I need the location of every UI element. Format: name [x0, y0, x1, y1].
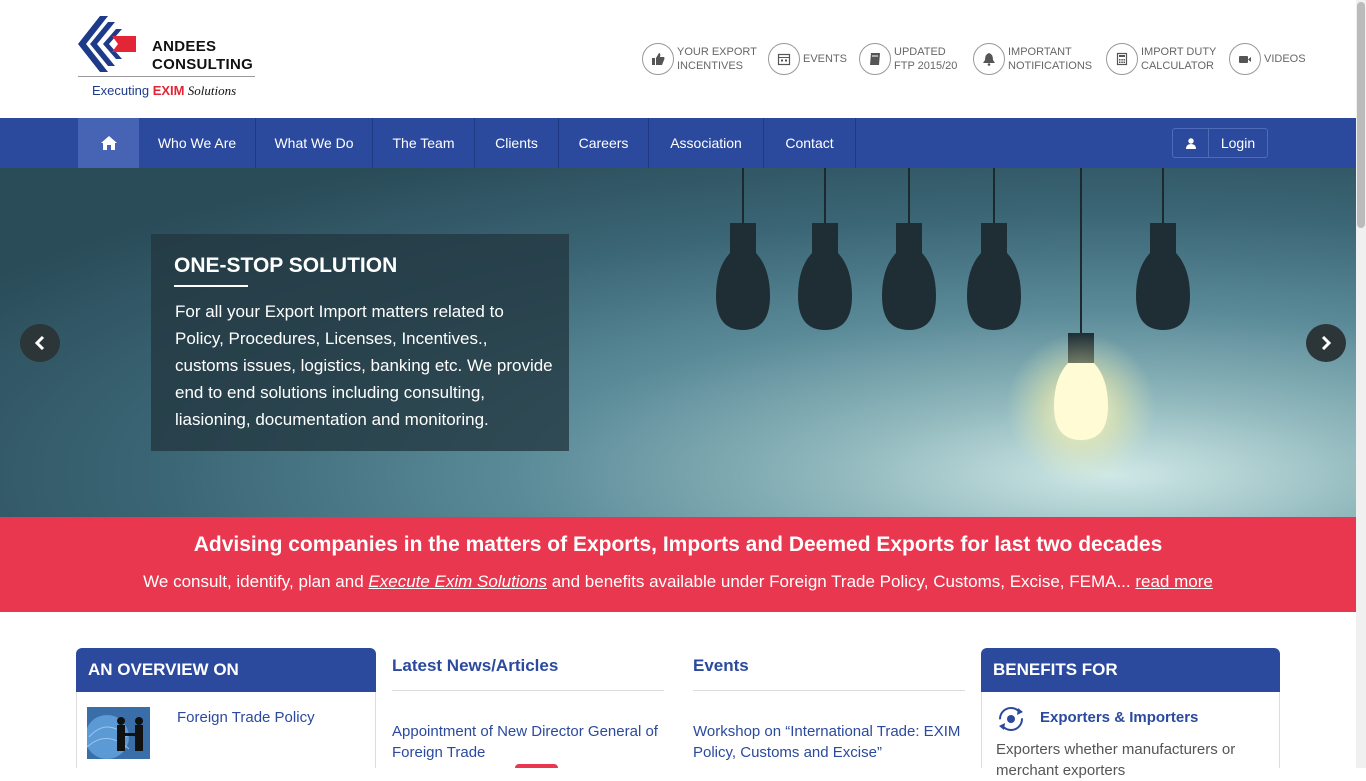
bell-icon — [973, 43, 1005, 75]
scrollbar-thumb[interactable] — [1357, 2, 1365, 228]
hero-caption: ONE-STOP SOLUTION For all your Export Im… — [151, 234, 569, 451]
hero-slider: ONE-STOP SOLUTION For all your Export Im… — [0, 168, 1356, 517]
overview-panel: Foreign Trade Policy — [76, 692, 376, 768]
nav-association[interactable]: Association — [649, 118, 764, 168]
handshake-thumbnail[interactable] — [87, 707, 150, 759]
band-text: We consult, identify, plan and Execute E… — [0, 572, 1356, 592]
tagline-post: Solutions — [184, 83, 237, 98]
video-camera-icon — [1229, 43, 1261, 75]
band-text-post: and benefits available under Foreign Tra… — [547, 572, 1136, 591]
home-icon — [100, 136, 117, 150]
events-item-link[interactable]: Workshop on “International Trade: EXIM P… — [693, 721, 968, 763]
hero-title: ONE-STOP SOLUTION — [174, 254, 398, 277]
logo-mark-icon — [78, 16, 136, 72]
login-button[interactable]: Login — [1172, 128, 1268, 158]
nav-who-we-are[interactable]: Who We Are — [139, 118, 256, 168]
brand-name-line2: CONSULTING — [152, 56, 254, 73]
logo-divider — [78, 76, 255, 77]
nav-clients[interactable]: Clients — [475, 118, 559, 168]
quick-link-line1: YOUR EXPORT — [677, 46, 757, 58]
chevron-right-icon — [1321, 336, 1332, 350]
events-divider — [693, 690, 965, 691]
nav-the-team[interactable]: The Team — [373, 118, 475, 168]
benefits-panel-title: BENEFITS FOR — [981, 648, 1280, 692]
read-more-link[interactable]: read more — [1135, 572, 1212, 591]
news-title: Latest News/Articles — [392, 656, 559, 675]
main-nav: Who We Are What We Do The Team Clients C… — [0, 118, 1356, 168]
quick-link-line2: INCENTIVES — [677, 60, 744, 72]
events-title: Events — [693, 656, 749, 675]
quick-link-line1: IMPORTANT — [1008, 46, 1072, 58]
quick-link-export-incentives[interactable]: YOUR EXPORT INCENTIVES — [642, 43, 757, 75]
tagline-pre: Executing — [92, 83, 153, 98]
news-item-link[interactable]: Appointment of New Director General of F… — [392, 721, 667, 763]
calculator-icon — [1106, 43, 1138, 75]
nav-careers[interactable]: Careers — [559, 118, 649, 168]
hero-text: For all your Export Import matters relat… — [175, 302, 553, 429]
company-logo[interactable]: ANDEES CONSULTING Executing EXIM Solutio… — [78, 16, 258, 102]
quick-link-line2: NOTIFICATIONS — [1008, 60, 1093, 72]
calendar-icon — [768, 43, 800, 75]
slider-prev-button[interactable] — [20, 324, 60, 362]
brand-tagline: Executing EXIM Solutions — [92, 83, 236, 99]
overview-panel-title: AN OVERVIEW ON — [76, 648, 376, 692]
quick-link-duty-calculator[interactable]: IMPORT DUTY CALCULATOR — [1106, 43, 1216, 75]
execute-exim-link[interactable]: Execute Exim Solutions — [368, 572, 547, 591]
quick-link-videos[interactable]: VIDEOS — [1229, 43, 1306, 75]
band-text-pre: We consult, identify, plan and — [143, 572, 369, 591]
login-label: Login — [1220, 135, 1256, 151]
brand-name: ANDEES CONSULTING — [152, 38, 253, 74]
nav-home-button[interactable] — [78, 118, 139, 168]
chevron-left-icon — [34, 336, 45, 350]
benefits-item-text: Exporters whether manufacturers or merch… — [996, 741, 1236, 779]
slider-next-button[interactable] — [1306, 324, 1346, 362]
news-divider — [392, 690, 664, 691]
quick-link-events[interactable]: EVENTS — [768, 43, 847, 75]
book-icon — [859, 43, 891, 75]
page-scrollbar[interactable] — [1356, 0, 1366, 768]
nav-contact[interactable]: Contact — [764, 118, 856, 168]
site-header: ANDEES CONSULTING Executing EXIM Solutio… — [0, 0, 1356, 118]
tagline-highlight: EXIM — [152, 83, 185, 98]
quick-link-line1: UPDATED — [894, 46, 946, 58]
thumbs-up-icon — [642, 43, 674, 75]
benefits-panel: Exporters & Importers Exporters whether … — [981, 692, 1280, 779]
quick-link-line2: FTP 2015/20 — [894, 60, 958, 72]
overview-item-link[interactable]: Foreign Trade Policy — [177, 709, 315, 726]
benefits-item-title[interactable]: Exporters & Importers — [1040, 709, 1198, 726]
quick-link-line2: CALCULATOR — [1141, 60, 1214, 72]
quick-link-notifications[interactable]: IMPORTANT NOTIFICATIONS — [973, 43, 1092, 75]
hero-title-rule — [174, 285, 248, 287]
nav-what-we-do[interactable]: What We Do — [256, 118, 373, 168]
news-badge — [515, 764, 558, 768]
brand-name-line1: ANDEES — [152, 38, 217, 55]
user-icon — [1173, 129, 1209, 157]
quick-link-line1: EVENTS — [803, 53, 848, 65]
tagline-band: Advising companies in the matters of Exp… — [0, 517, 1356, 612]
band-headline: Advising companies in the matters of Exp… — [193, 533, 1163, 556]
quick-link-line1: VIDEOS — [1264, 53, 1306, 65]
quick-link-line1: IMPORT DUTY — [1141, 46, 1217, 58]
quick-link-updated-ftp[interactable]: UPDATED FTP 2015/20 — [859, 43, 957, 75]
exchange-icon — [999, 707, 1023, 731]
